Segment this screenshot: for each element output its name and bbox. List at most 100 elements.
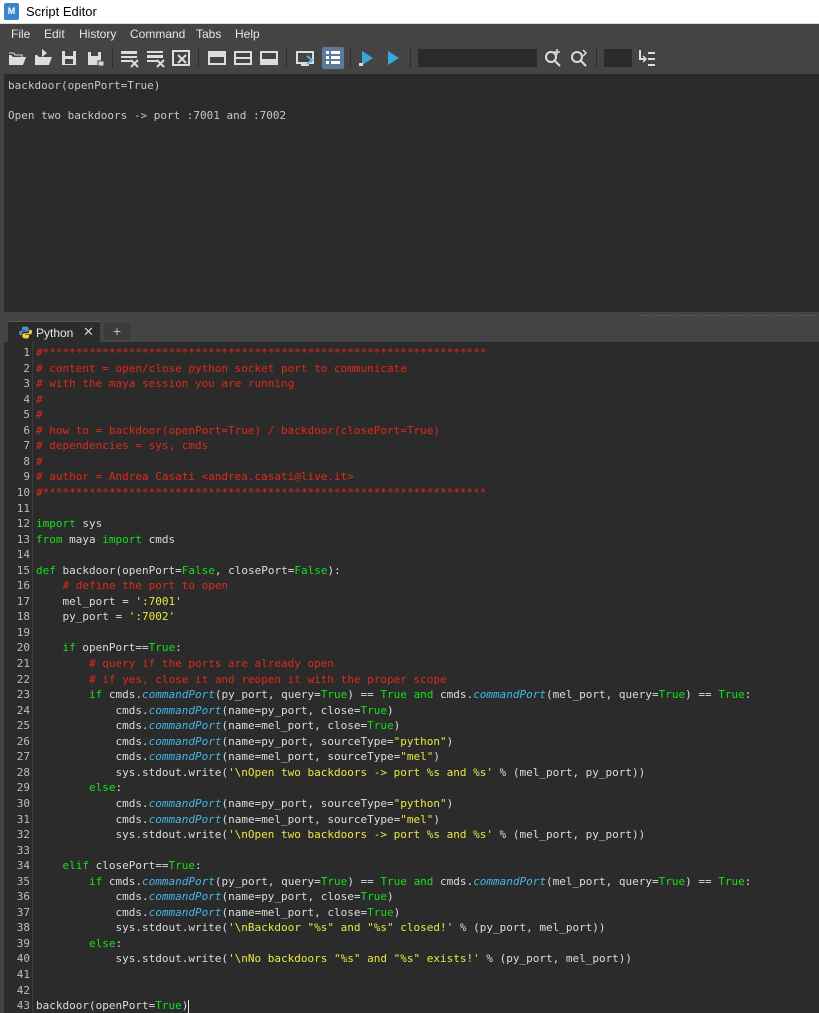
- line-number: 11: [16, 501, 30, 515]
- code-text: # if yes, close it and reopen it with th…: [36, 672, 447, 687]
- open-script-icon[interactable]: [6, 47, 28, 69]
- clear-input-icon[interactable]: [144, 47, 166, 69]
- code-token: # author = Andrea Casati <andrea.casati@…: [36, 470, 354, 484]
- code-token: ): [393, 905, 401, 919]
- line-number: 34: [16, 859, 30, 873]
- close-icon[interactable]: ✕: [83, 325, 94, 340]
- goto-line-field[interactable]: [604, 49, 632, 67]
- code-token: ): [393, 719, 401, 733]
- code-token: ) ==: [685, 688, 719, 702]
- code-token: (name=py_port, close=: [221, 890, 361, 904]
- title-bar: M Script Editor: [0, 0, 819, 24]
- code-token: (name=mel_port, sourceType=: [221, 750, 401, 764]
- code-text: cmds.commandPort(name=mel_port, close=Tr…: [36, 905, 400, 920]
- code-token: (mel_port, query=: [546, 688, 659, 702]
- maya-app-icon: M: [4, 3, 19, 20]
- replace-icon[interactable]: [568, 47, 590, 69]
- code-token: commandPort: [148, 734, 222, 748]
- line-number: 7: [23, 439, 30, 453]
- show-input-icon[interactable]: [258, 47, 280, 69]
- line-number: 18: [16, 610, 30, 624]
- code-token: (name=py_port, sourceType=: [221, 796, 394, 810]
- code-token: cmds.: [36, 796, 149, 810]
- code-token: ):: [327, 563, 341, 577]
- code-token: # content = open/close python socket por…: [36, 361, 407, 375]
- code-text: sys.stdout.write('\nNo backdoors "%s" an…: [36, 951, 632, 966]
- menu-file[interactable]: File: [11, 27, 30, 41]
- line-number: 15: [16, 563, 30, 577]
- code-token: True: [367, 905, 394, 919]
- code-token: cmds.: [36, 750, 149, 764]
- code-token: if: [88, 874, 103, 888]
- menu-edit[interactable]: Edit: [44, 27, 65, 41]
- line-numbers-icon[interactable]: [322, 47, 344, 69]
- line-number: 36: [16, 890, 30, 904]
- code-token: elif: [62, 859, 90, 873]
- text-caret: [188, 999, 190, 1013]
- search-field[interactable]: [418, 49, 537, 67]
- show-both-icon[interactable]: [232, 47, 254, 69]
- code-token: False: [181, 563, 215, 577]
- toolbar-separator: [198, 48, 199, 68]
- code-token: py_port =: [36, 610, 129, 624]
- code-token: mel_port =: [36, 594, 136, 608]
- code-text: py_port = ':7002': [36, 609, 175, 624]
- add-tab-button[interactable]: +: [104, 323, 130, 340]
- menu-history[interactable]: History: [79, 27, 116, 41]
- splitter-grip[interactable]: [637, 314, 817, 317]
- execute-all-icon[interactable]: [356, 47, 378, 69]
- line-number: 42: [16, 983, 30, 997]
- show-history-icon[interactable]: [206, 47, 228, 69]
- line-number: 32: [16, 828, 30, 842]
- menu-command[interactable]: Command: [130, 27, 185, 41]
- code-token: cmds.: [102, 688, 142, 702]
- source-script-icon[interactable]: [32, 47, 54, 69]
- menu-tabs[interactable]: Tabs: [196, 27, 221, 41]
- save-as-icon[interactable]: [84, 47, 106, 69]
- echo-all-commands-icon[interactable]: [294, 47, 316, 69]
- code-token: import: [102, 532, 142, 546]
- code-token: False: [294, 563, 328, 577]
- code-token: backdoor(openPort=: [36, 999, 156, 1013]
- code-token: True: [148, 641, 176, 655]
- history-output-panel[interactable]: backdoor(openPort=True) Open two backdoo…: [4, 74, 819, 312]
- goto-line-icon[interactable]: [636, 47, 658, 69]
- toolbar-separator: [350, 48, 351, 68]
- execute-icon[interactable]: [382, 47, 404, 69]
- code-token: :: [744, 874, 752, 888]
- code-token: cmds.: [36, 905, 149, 919]
- line-number: 17: [16, 594, 30, 608]
- code-text: #: [36, 407, 43, 422]
- code-token: # how to = backdoor(openPort=True) / bac…: [36, 423, 440, 437]
- code-token: (py_port, query=: [214, 688, 321, 702]
- code-token: True: [360, 890, 388, 904]
- code-token: ':7002': [128, 610, 176, 624]
- code-token: (name=mel_port, sourceType=: [221, 812, 401, 826]
- clear-history-icon[interactable]: [118, 47, 140, 69]
- code-token: :: [115, 936, 123, 950]
- line-number: 37: [16, 905, 30, 919]
- code-token: #: [36, 392, 43, 406]
- search-icon[interactable]: [542, 47, 564, 69]
- menu-help[interactable]: Help: [235, 27, 260, 41]
- code-token: (py_port, query=: [214, 874, 321, 888]
- line-number: 16: [16, 579, 30, 593]
- code-token: ) ==: [347, 874, 381, 888]
- python-icon: [19, 326, 32, 339]
- tab-bar: Python ✕ +: [4, 320, 819, 343]
- line-number: 19: [16, 625, 30, 639]
- code-editor[interactable]: 1 #**************************************…: [4, 342, 819, 1013]
- pane-splitter[interactable]: [4, 312, 819, 320]
- clear-all-icon[interactable]: [170, 47, 192, 69]
- tab-python[interactable]: Python ✕: [8, 321, 100, 343]
- menu-bar: File Edit History Command Tabs Help: [0, 24, 819, 44]
- toolbar-separator: [286, 48, 287, 68]
- code-token: cmds.: [433, 688, 474, 702]
- save-script-icon[interactable]: [58, 47, 80, 69]
- line-number: 25: [16, 719, 30, 733]
